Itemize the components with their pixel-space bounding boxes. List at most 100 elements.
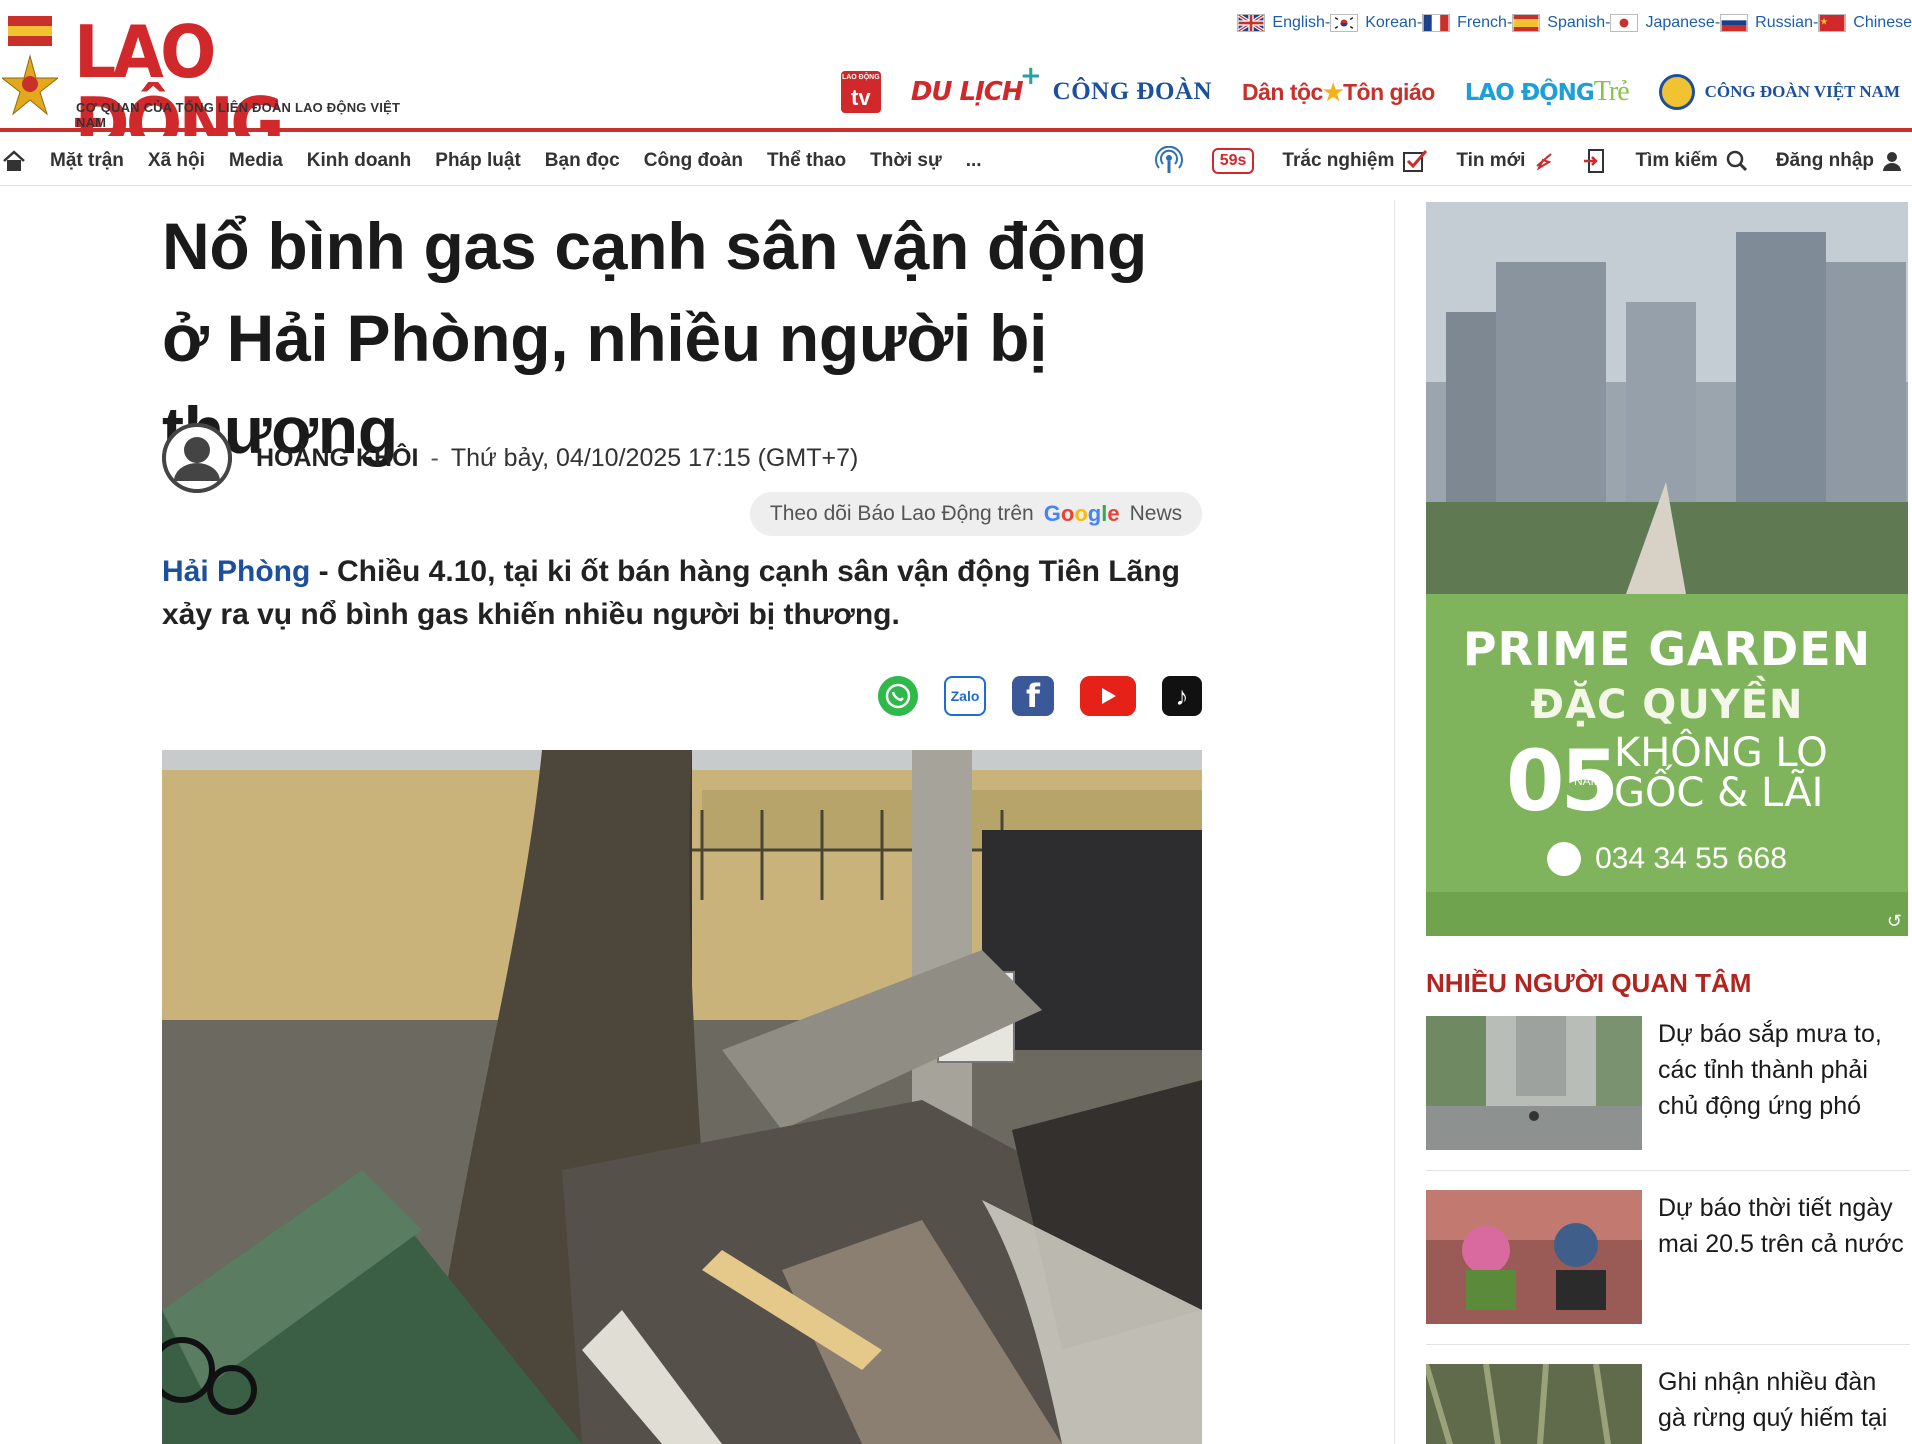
login-label: Đăng nhập (1775, 150, 1874, 171)
publish-date: Thứ bảy, 04/10/2025 17:15 (GMT+7) (450, 443, 859, 472)
youtube-icon[interactable] (1080, 676, 1136, 716)
most-read-item[interactable]: Dự báo thời tiết ngày mai 20.5 trên cả n… (1426, 1190, 1910, 1324)
whatsapp-icon[interactable] (878, 676, 918, 716)
lang-korean[interactable]: Korean (1330, 14, 1417, 32)
article-hero-image[interactable] (162, 750, 1202, 1444)
ad-phone: 034 34 55 668 (1426, 842, 1908, 876)
latest-news-link[interactable]: Tin mới (1456, 150, 1555, 172)
ad-background-graphic (1426, 202, 1908, 936)
brand-congdoan[interactable]: CÔNG ĐOÀN (1053, 78, 1212, 106)
brand-congdoan-vietnam[interactable]: CÔNG ĐOÀN VIỆT NAM (1658, 74, 1900, 110)
nav-item-cong-doan[interactable]: Công đoàn (644, 150, 743, 172)
lang-spanish[interactable]: Spanish (1512, 14, 1605, 32)
lang-korean-label: Korean (1365, 14, 1417, 31)
brand-tre-label: Trẻ (1593, 76, 1630, 107)
quiz-link[interactable]: Trắc nghiệm (1282, 149, 1428, 173)
author-avatar[interactable] (162, 423, 232, 493)
video-59s-badge[interactable]: 59s (1211, 148, 1255, 174)
ad-headline: PRIME GARDEN (1462, 622, 1872, 676)
star-icon: ★ (1322, 78, 1344, 105)
lang-chinese[interactable]: Chinese (1818, 14, 1912, 32)
brand-laodong-tv[interactable]: LAO ĐỘNG tv (840, 71, 881, 113)
facebook-label: f (1026, 677, 1040, 715)
lang-english-label: English (1272, 14, 1325, 31)
gnews-news-label: News (1129, 502, 1183, 525)
user-icon (1883, 152, 1901, 171)
nav-item-ban-doc[interactable]: Bạn đọc (545, 150, 620, 172)
lead-location-link[interactable]: Hải Phòng (162, 555, 310, 588)
google-news-follow-button[interactable]: Theo dõi Báo Lao Động trên Google News (750, 492, 1202, 536)
news-title: Dự báo thời tiết ngày mai 20.5 trên cả n… (1658, 1194, 1904, 1258)
tiktok-label: ♪ (1175, 680, 1189, 711)
japan-flag-icon (1610, 14, 1639, 32)
tiktok-icon[interactable]: ♪ (1162, 676, 1202, 716)
column-divider (1394, 200, 1395, 1444)
latest-label: Tin mới (1456, 150, 1526, 171)
brand-tv-mini: LAO ĐỘNG (841, 74, 880, 81)
site-header: LAO ĐỘNG CƠ QUAN CỦA TỔNG LIÊN ĐOÀN LAO … (0, 0, 1912, 160)
lang-english[interactable]: English (1237, 14, 1325, 32)
gnews-label: Theo dõi Báo Lao Động trên (769, 502, 1034, 525)
nav-item-thoi-su[interactable]: Thời sự (870, 150, 942, 172)
article-lead: Hải Phòng - Chiều 4.10, tại ki ốt bán hà… (162, 550, 1202, 636)
site-logo[interactable]: LAO ĐỘNG CƠ QUAN CỦA TỔNG LIÊN ĐOÀN LAO … (0, 12, 420, 160)
brand-dantoc-label: Dân tộc (1242, 78, 1323, 105)
facebook-icon[interactable]: f (1012, 676, 1054, 716)
nav-item-the-thao[interactable]: Thể thao (767, 150, 846, 172)
plus-icon: + (1019, 61, 1042, 91)
ad-number-unit: NĂM (1574, 774, 1601, 788)
lang-french[interactable]: French (1422, 14, 1507, 32)
logo-tagline: CƠ QUAN CỦA TỔNG LIÊN ĐOÀN LAO ĐỘNG VIỆT… (76, 100, 401, 130)
news-title: Dự báo sắp mưa to, các tỉnh thành phải c… (1658, 1020, 1882, 1120)
korea-flag-icon (1330, 14, 1359, 32)
share-bar: Zalo f ♪ (878, 676, 1202, 716)
author-name[interactable]: HOÀNG KHÔI (256, 444, 419, 473)
language-bar: English - Korean - French - Spanish - Ja… (1237, 12, 1912, 34)
podcast-icon[interactable] (1154, 146, 1184, 176)
union-emblem-icon (1658, 74, 1695, 110)
ad-offer-line2: GỐC & LÃI (1614, 770, 1824, 816)
news-thumbnail (1426, 1016, 1642, 1150)
ad-phone-number: 034 34 55 668 (1595, 842, 1787, 875)
lang-chinese-label: Chinese (1853, 14, 1912, 31)
phone-icon (1547, 842, 1582, 876)
main-nav: Mặt trận Xã hội Media Kinh doanh Pháp lu… (0, 136, 1912, 186)
ad-subheadline: ĐẶC QUYỀN (1530, 682, 1804, 728)
brand-laodong-tre[interactable]: LAO ĐỘNGTrẻ (1464, 76, 1630, 108)
divider (1426, 1344, 1910, 1345)
sidebar-advertisement[interactable]: PRIME GARDEN ĐẶC QUYỀN 05 NĂM KHÔNG LO G… (1426, 202, 1908, 936)
home-icon[interactable] (2, 149, 26, 172)
login-link[interactable]: Đăng nhập (1776, 150, 1902, 172)
russia-flag-icon (1720, 14, 1749, 32)
lang-russian[interactable]: Russian (1720, 14, 1813, 32)
article: Nổ bình gas cạnh sân vận động ở Hải Phòn… (162, 186, 1202, 716)
checkbox-check-icon (1403, 150, 1428, 172)
news-thumbnail (1426, 1364, 1642, 1444)
nav-item-media[interactable]: Media (229, 150, 283, 172)
zalo-icon[interactable]: Zalo (944, 676, 986, 716)
divider (1426, 1170, 1910, 1171)
nav-item-phap-luat[interactable]: Pháp luật (435, 150, 521, 172)
brand-tongiao-label: Tôn giáo (1342, 78, 1435, 105)
byline: HOÀNG KHÔI - Thứ bảy, 04/10/2025 17:15 (… (162, 422, 858, 494)
news-thumbnail (1426, 1190, 1642, 1324)
quiz-label: Trắc nghiệm (1282, 150, 1395, 171)
replay-icon[interactable]: ↺ (1887, 911, 1902, 932)
most-read-item[interactable]: Dự báo sắp mưa to, các tỉnh thành phải c… (1426, 1016, 1910, 1150)
nav-item-kinh-doanh[interactable]: Kinh doanh (307, 150, 411, 172)
zalo-label: Zalo (950, 688, 980, 704)
search-link[interactable]: Tìm kiếm (1635, 150, 1747, 172)
nav-item-xa-hoi[interactable]: Xã hội (148, 150, 205, 172)
brand-dulich[interactable]: DU LỊCH + (911, 61, 1042, 107)
lang-spanish-label: Spanish (1547, 14, 1606, 31)
lang-japanese[interactable]: Japanese (1610, 14, 1715, 32)
brand-ldtre-label: LAO ĐỘNG (1464, 80, 1595, 106)
login-arrow-icon[interactable] (1583, 148, 1607, 174)
spain-flag-icon (1512, 14, 1541, 32)
most-read-item[interactable]: Ghi nhận nhiều đàn gà rừng quý hiếm tại (1426, 1364, 1910, 1444)
brand-dantoc-tongiao[interactable]: Dân tộc★Tôn giáo (1242, 79, 1435, 106)
nav-item-mat-tran[interactable]: Mặt trận (50, 150, 124, 172)
bell-icon (1536, 153, 1553, 171)
nav-more-button[interactable]: ... (966, 150, 982, 172)
brand-links: LAO ĐỘNG tv DU LỊCH + CÔNG ĐOÀN Dân tộc★T… (840, 61, 1912, 118)
